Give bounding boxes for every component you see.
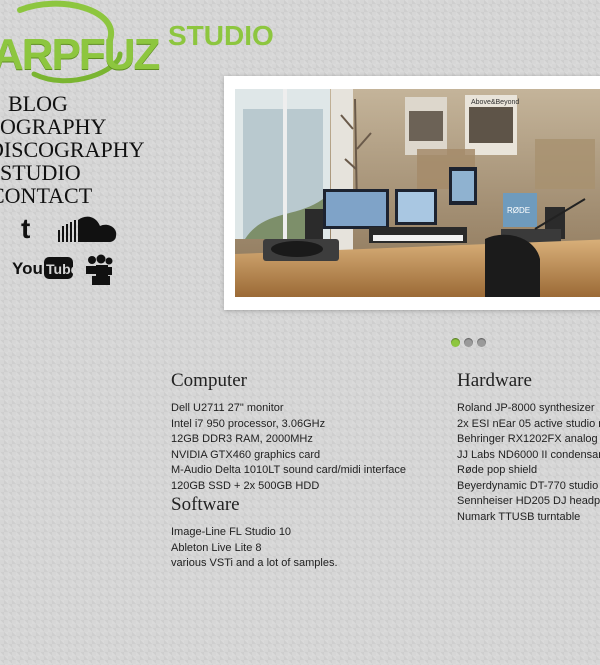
main-nav: BLOG BIOGRAPHY DISCOGRAPHY STUDIO CONTAC… <box>0 92 144 207</box>
slider-dot-2[interactable] <box>464 338 473 347</box>
list-item: Røde pop shield <box>457 464 538 476</box>
slider-pagination <box>451 334 490 352</box>
twitter-icon[interactable]: t <box>20 213 42 247</box>
twitter-glyph: t <box>21 214 30 242</box>
youtube-icon[interactable]: You Tube <box>12 254 79 287</box>
youtube-tube-text: Tube <box>46 261 74 277</box>
computer-list: Dell U2711 27" monitor Intel i7 950 proc… <box>171 401 406 494</box>
list-item: JJ Labs ND6000 II condensar microphone <box>457 448 600 461</box>
computer-title: Computer <box>171 370 247 391</box>
logo-wordmark: ARPFUZ <box>0 30 160 79</box>
list-item: Intel i7 950 processor, 3.06GHz <box>171 417 326 430</box>
list-item: NVIDIA GTX460 graphics card <box>171 448 321 461</box>
myspace-icon[interactable] <box>84 254 114 291</box>
youtube-you-text: You <box>12 259 43 278</box>
social-links: t You Tube <box>0 213 140 294</box>
list-item: 12GB DDR3 RAM, 2000MHz <box>171 433 313 445</box>
software-title: Software <box>171 494 240 515</box>
list-item: Image-Line FL Studio 10 <box>171 526 292 538</box>
nav-item-discography[interactable]: DISCOGRAPHY <box>0 138 144 161</box>
list-item: Behringer RX1202FX analog rack mixer <box>457 433 600 445</box>
site-logo[interactable]: ARPFUZ <box>0 0 160 90</box>
list-item: various VSTi and a lot of samples. <box>171 557 338 569</box>
studio-slider: Above&Beyond RØDE <box>224 76 600 310</box>
poster-text: Above&Beyond <box>471 99 519 106</box>
nav-item-studio[interactable]: STUDIO <box>0 161 140 184</box>
list-item: Ableton Live Lite 8 <box>171 541 262 554</box>
hardware-list: Roland JP-8000 synthesizer 2x ESI nEar 0… <box>457 401 600 525</box>
slider-dot-1[interactable] <box>451 338 460 347</box>
page-title: STUDIO <box>168 20 274 51</box>
list-item: Dell U2711 27" monitor <box>171 402 284 414</box>
soundcloud-icon[interactable] <box>56 214 120 249</box>
list-item: M-Audio Delta 1010LT sound card/midi int… <box>171 464 406 476</box>
list-item: 120GB SSD + 2x 500GB HDD <box>171 479 320 492</box>
list-item: Roland JP-8000 synthesizer <box>457 402 595 414</box>
list-item: Beyerdynamic DT-770 studio headphones <box>457 479 600 492</box>
nav-item-blog[interactable]: BLOG <box>0 92 140 115</box>
list-item: Numark TTUSB turntable <box>457 510 581 523</box>
nav-item-biography[interactable]: BIOGRAPHY <box>0 115 140 138</box>
hardware-title: Hardware <box>457 370 532 391</box>
nav-item-contact[interactable]: CONTACT <box>0 184 140 207</box>
list-item: Sennheiser HD205 DJ headphones <box>457 495 600 507</box>
software-list: Image-Line FL Studio 10 Ableton Live Lit… <box>171 525 338 572</box>
slider-dot-3[interactable] <box>477 338 486 347</box>
box-text: RØDE <box>507 206 530 215</box>
studio-photo: Above&Beyond RØDE <box>235 89 600 297</box>
list-item: 2x ESI nEar 05 active studio monitors <box>457 417 600 430</box>
